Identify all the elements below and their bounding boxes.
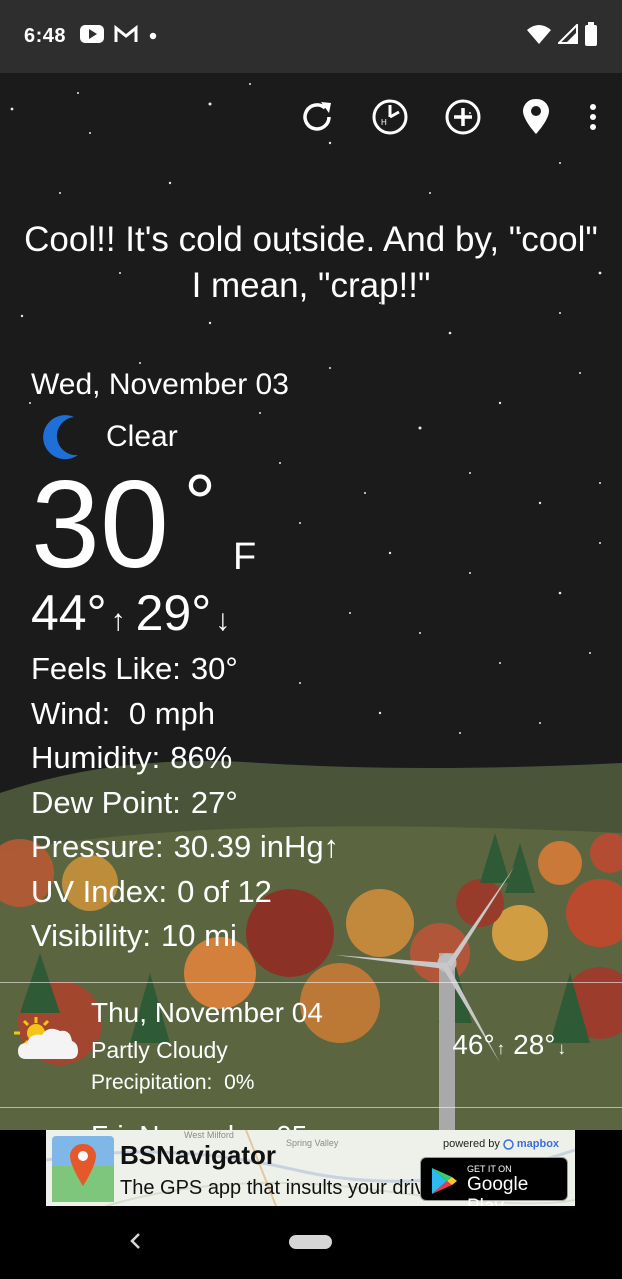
low-arrow-icon: ↓ (215, 604, 231, 637)
google-play-small-text: GET IT ON (467, 1164, 512, 1174)
detail-label: Pressure: (31, 829, 164, 864)
forecast-temps: 46° ↑ 28° ↓ (452, 1029, 574, 1061)
location-button[interactable] (499, 97, 572, 137)
more-vert-icon (590, 104, 596, 130)
current-temperature: 30 (31, 456, 169, 594)
detail-value: 86% (170, 740, 233, 775)
google-play-label: Google Play (467, 1174, 529, 1206)
current-date: Wed, November 03 (31, 368, 289, 401)
detail-value: 10 mi (161, 918, 237, 953)
detail-humidity: Humidity: 86% (31, 736, 339, 781)
gmail-icon (114, 24, 138, 48)
more-options-button[interactable] (572, 97, 614, 137)
ad-map-label: Spring Valley (286, 1138, 339, 1148)
partly-cloudy-icon (14, 1017, 78, 1059)
ad-powered-by: powered by mapbox (443, 1138, 559, 1150)
battery-icon (584, 22, 598, 51)
notification-dot-icon (148, 28, 158, 46)
back-icon[interactable] (124, 1226, 148, 1256)
bsnavigator-logo (52, 1136, 114, 1202)
forecast-day: Thu, November 04 (91, 997, 323, 1028)
ad-map-label: West Milford (184, 1130, 234, 1140)
add-location-icon (445, 99, 480, 135)
hourly-clock-icon: H (372, 99, 407, 135)
moon-icon (43, 415, 78, 460)
home-pill-button[interactable] (289, 1235, 332, 1249)
google-play-icon (432, 1168, 457, 1194)
ad-tagline: The GPS app that insults your driving. (120, 1177, 457, 1199)
status-bar: 6:48 (0, 0, 622, 73)
detail-label: Visibility: (31, 918, 152, 953)
detail-wind: Wind: 0 mph (31, 692, 339, 737)
hourly-button[interactable]: H (353, 97, 426, 137)
detail-value: 30° (190, 651, 238, 686)
temperature-unit: F (233, 536, 257, 578)
mapbox-icon (503, 1138, 514, 1150)
forecast-day-next[interactable]: Fri, November 05 (91, 1120, 307, 1130)
forecast-high-arrow-icon: ↑ (496, 1039, 506, 1058)
powered-by-label: powered by (443, 1138, 500, 1150)
high-temp: 44° (31, 585, 107, 641)
snark-message: Cool!! It's cold outside. And by, "cool"… (24, 220, 598, 305)
cell-signal-icon (556, 22, 578, 49)
detail-feels-like: Feels Like: 30° (31, 647, 339, 692)
ad-banner[interactable]: West Milford Spring Valley BSNavigator T… (46, 1130, 575, 1206)
forecast-low: 28° (513, 1029, 556, 1060)
ad-title: BSNavigator (120, 1140, 277, 1170)
low-temp: 29° (135, 585, 212, 641)
bottom-area: West Milford Spring Valley BSNavigator T… (0, 1130, 622, 1279)
degree-symbol: ° (184, 458, 216, 547)
google-play-badge[interactable]: GET IT ON Google Play (420, 1157, 568, 1206)
current-condition: Clear (40, 413, 178, 461)
detail-value: 0 of 12 (177, 873, 272, 909)
status-time: 6:48 (24, 25, 67, 47)
toolbar: H (280, 97, 614, 137)
forecast-high: 46° (452, 1029, 495, 1060)
detail-visibility: Visibility: 10 mi (31, 914, 339, 959)
detail-label: Wind: (31, 695, 111, 731)
detail-label: Dew Point: (31, 784, 181, 820)
wifi-icon (526, 23, 552, 50)
weather-background: H Cool!! It's cold outside. And by, "coo… (0, 73, 622, 1130)
refresh-icon (302, 102, 331, 131)
detail-dew-point: Dew Point: 27° (31, 781, 339, 826)
svg-text:H: H (381, 118, 387, 127)
detail-pressure: Pressure: 30.39 inHg↑ (31, 825, 339, 870)
detail-label: UV Index: (31, 873, 168, 909)
add-location-button[interactable] (426, 97, 499, 137)
refresh-button[interactable] (280, 97, 353, 137)
forecast-condition: Partly Cloudy (91, 1037, 228, 1063)
detail-value: 27° (190, 784, 238, 820)
system-nav-bar (0, 1208, 622, 1279)
forecast-divider (0, 1107, 622, 1108)
weather-details: Feels Like: 30° Wind: 0 mph Humidity: 86… (31, 647, 339, 959)
high-low: 44° ↑ 29° ↓ (31, 585, 240, 649)
high-arrow-icon: ↑ (110, 604, 126, 637)
forecast-low-arrow-icon: ↓ (557, 1039, 567, 1058)
detail-uv-index: UV Index: 0 of 12 (31, 870, 339, 915)
condition-label: Clear (106, 420, 178, 453)
forecast-precipitation: Precipitation: 0% (91, 1071, 255, 1094)
detail-label: Feels Like: (31, 651, 181, 686)
youtube-icon (80, 25, 105, 48)
detail-value: 0 mph (120, 695, 216, 731)
detail-label: Humidity: (31, 740, 161, 775)
location-pin-icon (522, 99, 549, 134)
mapbox-label: mapbox (516, 1138, 560, 1150)
detail-value: 30.39 inHg↑ (173, 829, 340, 864)
forecast-row[interactable]: Thu, November 04 Partly Cloudy Precipita… (0, 983, 622, 1107)
